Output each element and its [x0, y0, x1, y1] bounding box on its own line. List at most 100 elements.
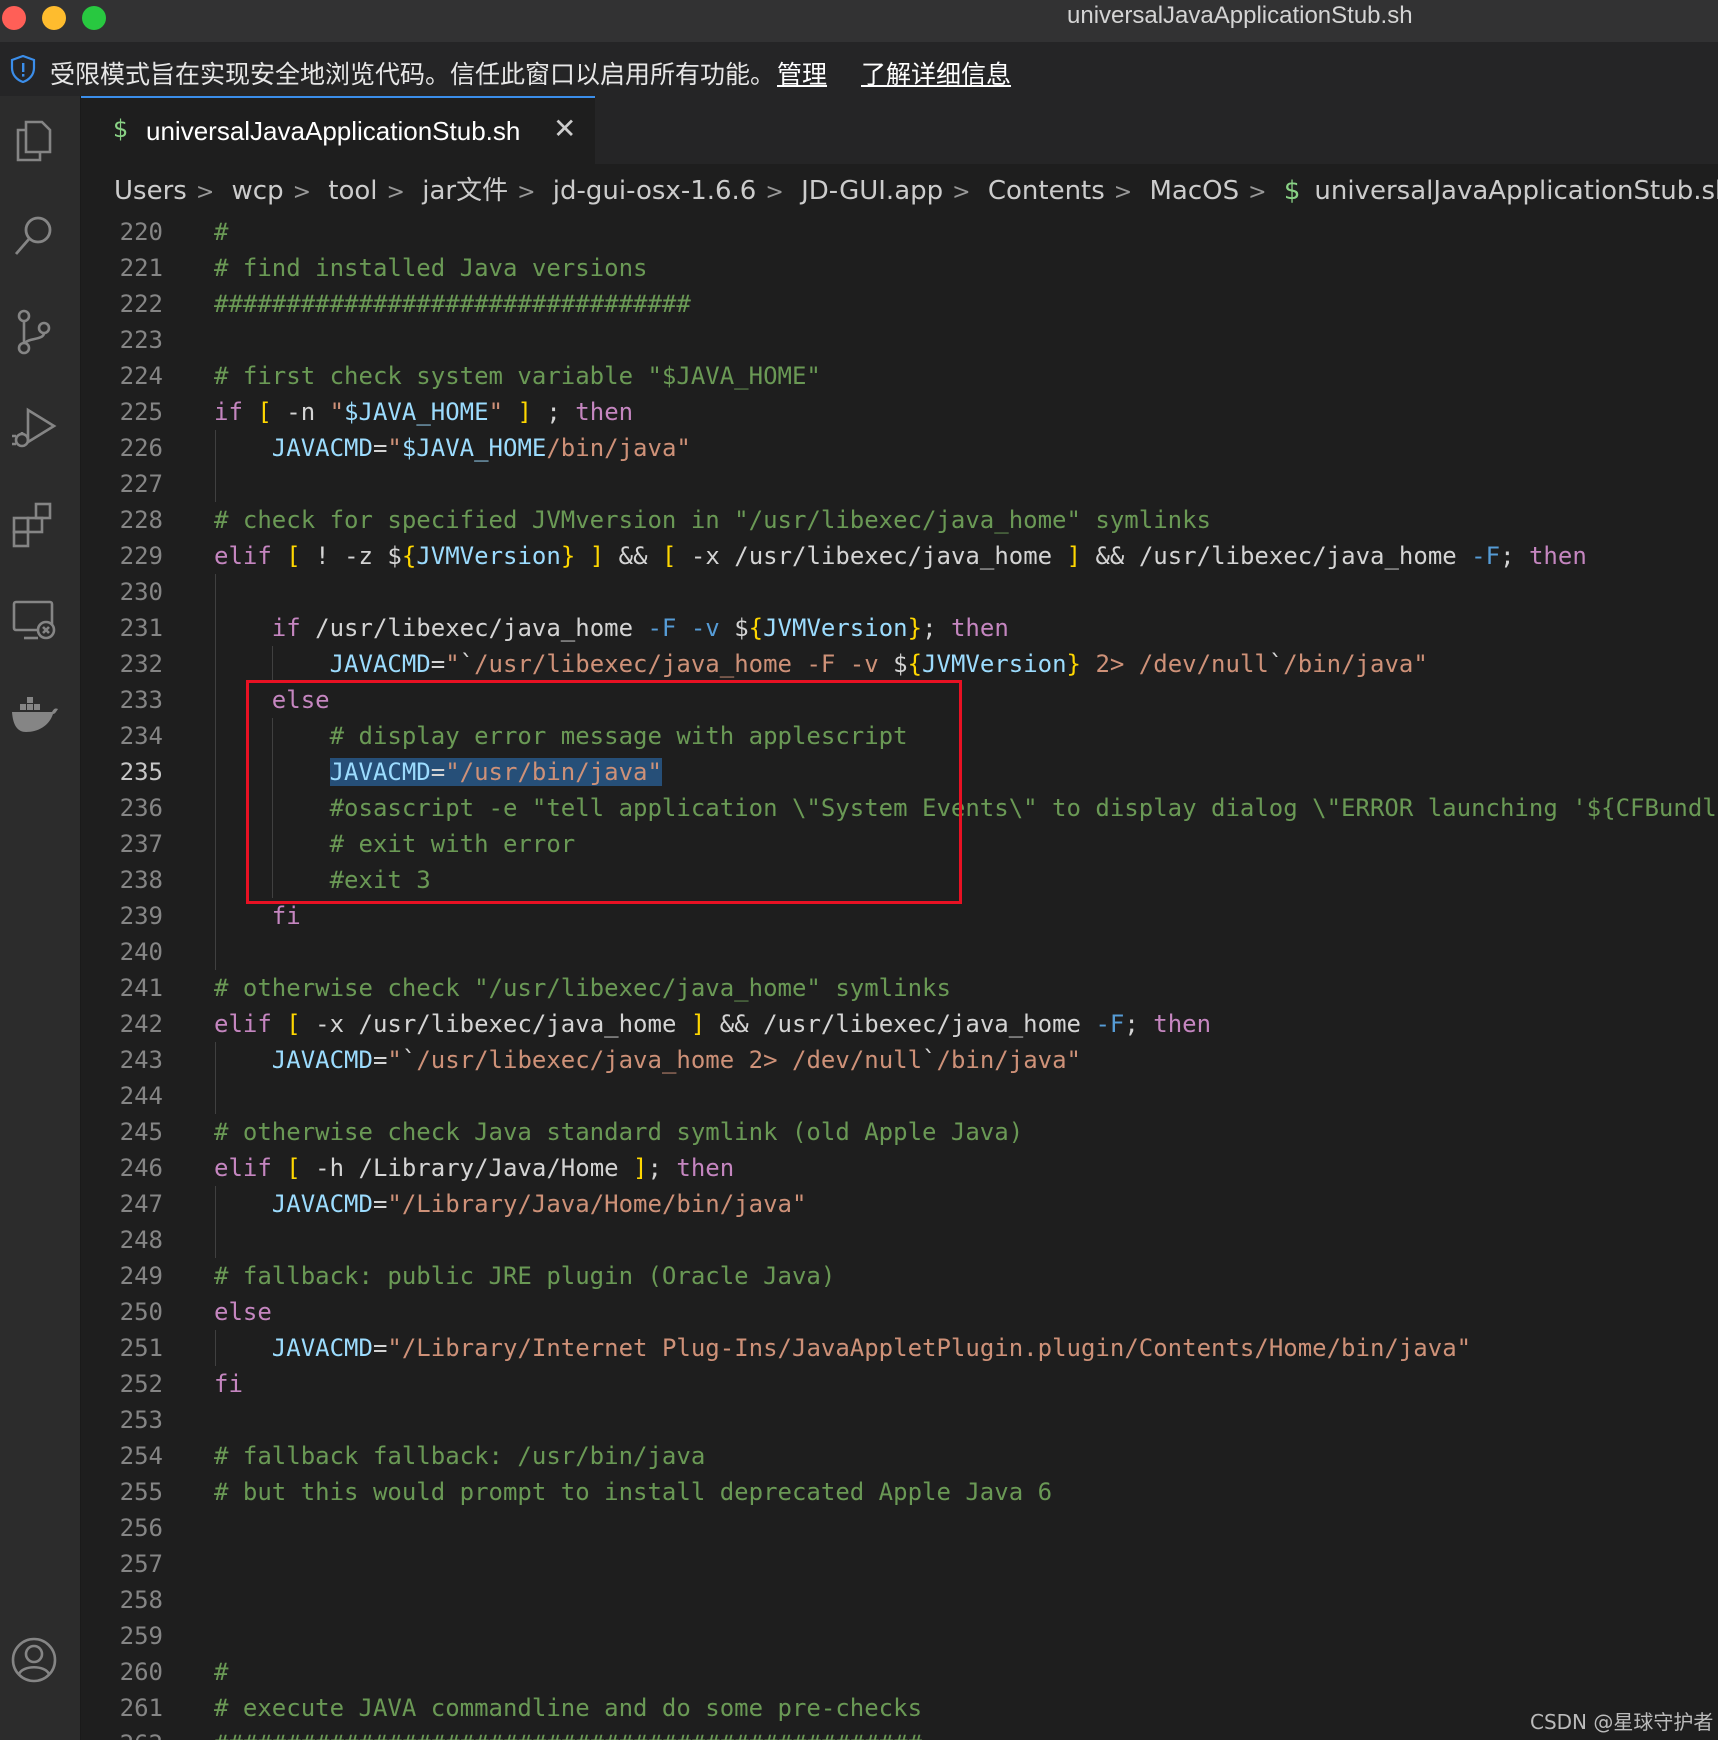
close-icon[interactable]: ✕ — [553, 112, 576, 145]
code-text: # fallback: public JRE plugin (Oracle Ja… — [214, 1262, 836, 1290]
explorer-icon[interactable] — [8, 114, 60, 166]
line-number: 240 — [119, 938, 163, 966]
close-window-button[interactable] — [2, 6, 26, 30]
code-text: JAVACMD="`/usr/libexec/java_home -F -v $… — [329, 650, 1428, 678]
breadcrumb-item[interactable]: Contents — [988, 176, 1105, 206]
code-text: # — [214, 218, 229, 246]
chevron-right-icon: > — [517, 180, 536, 205]
line-number: 223 — [119, 326, 163, 354]
manage-link[interactable]: 管理 — [777, 55, 827, 91]
breadcrumb-item[interactable]: JD-GUI.app — [801, 176, 943, 206]
chevron-right-icon: > — [952, 180, 971, 205]
code-text: elif [ ! -z ${JVMVersion} ] && [ -x /usr… — [214, 542, 1587, 570]
line-number: 235 — [119, 758, 163, 786]
breadcrumb-file[interactable]: universalJavaApplicationStub.sh — [1314, 176, 1718, 206]
line-number: 244 — [119, 1082, 163, 1110]
line-number: 258 — [119, 1586, 163, 1614]
code-text: # find installed Java versions — [214, 254, 648, 282]
code-text: else — [214, 1298, 272, 1326]
line-number: 260 — [119, 1658, 163, 1686]
chevron-right-icon: > — [386, 180, 405, 205]
code-text: JAVACMD="/Library/Internet Plug-Ins/Java… — [271, 1334, 1472, 1362]
line-number: 242 — [119, 1010, 163, 1038]
line-number: 222 — [119, 290, 163, 318]
tab-universalJavaApplicationStub[interactable]: $ universalJavaApplicationStub.sh ✕ — [81, 96, 595, 164]
code-text: JAVACMD="/Library/Java/Home/bin/java" — [271, 1190, 807, 1218]
line-number: 230 — [119, 578, 163, 606]
code-text: # check for specified JVMversion in "/us… — [214, 506, 1211, 534]
breadcrumb: Users > wcp > tool > jar文件 > jd-gui-osx-1.6.… — [114, 170, 1718, 206]
breadcrumb-item[interactable]: jar文件 — [422, 170, 508, 207]
code-text: # execute JAVA commandline and do some p… — [214, 1694, 923, 1722]
minimize-window-button[interactable] — [42, 6, 66, 30]
breadcrumb-item[interactable]: MacOS — [1150, 176, 1240, 206]
docker-icon[interactable] — [8, 690, 60, 742]
code-text: elif [ -h /Library/Java/Home ]; then — [214, 1154, 735, 1182]
indent-guide — [271, 646, 273, 682]
line-number: 252 — [119, 1370, 163, 1398]
code-text: # — [214, 1658, 229, 1686]
line-number: 261 — [119, 1694, 163, 1722]
learn-more-link[interactable]: 了解详细信息 — [861, 55, 1011, 91]
line-number: 232 — [119, 650, 163, 678]
chevron-right-icon: > — [1113, 180, 1133, 205]
breadcrumb-item[interactable]: Users — [114, 176, 187, 206]
line-number: 248 — [119, 1226, 163, 1254]
line-number: 229 — [119, 542, 163, 570]
line-number: 238 — [119, 866, 163, 894]
code-editor[interactable]: 220 #221 # find installed Java versions 222… — [81, 214, 1718, 1740]
line-number: 227 — [119, 470, 163, 498]
line-number: 255 — [119, 1478, 163, 1506]
window-title: universalJavaApplicationStub.sh — [1067, 2, 1413, 29]
code-text: JAVACMD="`/usr/libexec/java_home 2> /dev… — [271, 1046, 1081, 1074]
search-icon[interactable] — [8, 210, 60, 262]
chevron-right-icon: > — [1248, 180, 1267, 205]
banner-message: 受限模式旨在实现安全地浏览代码。信任此窗口以启用所有功能。 — [50, 60, 776, 89]
maximize-window-button[interactable] — [82, 6, 106, 30]
shield-icon — [10, 54, 36, 84]
code-text: JAVACMD="$JAVA_HOME/bin/java" — [271, 434, 691, 462]
indent-guide — [214, 430, 216, 502]
breadcrumb-item[interactable]: jd-gui-osx-1.6.6 — [553, 176, 757, 206]
code-text: if /usr/libexec/java_home -F -v ${JVMVer… — [271, 614, 1009, 642]
indent-guide — [214, 1330, 216, 1366]
remote-explorer-icon[interactable] — [8, 594, 60, 646]
line-number: 254 — [119, 1442, 163, 1470]
chevron-right-icon: > — [292, 180, 312, 205]
watermark: CSDN @星球守护者 — [1530, 1710, 1714, 1734]
line-number: 249 — [119, 1262, 163, 1290]
code-text: # otherwise check "/usr/libexec/java_hom… — [214, 974, 951, 1002]
title-bar: universalJavaApplicationStub.sh — [0, 0, 1718, 42]
line-number: 256 — [119, 1514, 163, 1542]
source-control-icon[interactable] — [8, 306, 60, 358]
extensions-icon[interactable] — [8, 498, 60, 550]
breadcrumb-item[interactable]: tool — [328, 176, 377, 206]
indent-guide — [214, 574, 216, 970]
indent-guide — [214, 1186, 216, 1258]
code-text: ########################################… — [214, 1726, 922, 1740]
activity-bar — [0, 96, 81, 1740]
line-number: 221 — [119, 254, 163, 282]
highlight-annotation-box — [246, 680, 962, 904]
line-number: 231 — [119, 614, 163, 642]
breadcrumb-item[interactable]: wcp — [232, 176, 284, 206]
restricted-mode-banner: 受限模式旨在实现安全地浏览代码。信任此窗口以启用所有功能。 管理 了解详细信息 — [0, 42, 1718, 96]
run-debug-icon[interactable] — [8, 402, 60, 454]
line-number: 234 — [119, 722, 163, 750]
line-number: 228 — [119, 506, 163, 534]
line-number: 262 — [81, 1726, 163, 1740]
line-number: 225 — [119, 398, 163, 426]
code-text: if [ -n "$JAVA_HOME" ] ; then — [214, 398, 634, 426]
line-number: 236 — [119, 794, 163, 822]
chevron-right-icon: > — [765, 180, 784, 205]
line-number: 233 — [119, 686, 163, 714]
shell-file-icon: $ — [1283, 176, 1301, 206]
code-text: # first check system variable "$JAVA_HOM… — [214, 362, 821, 390]
code-text: # fallback fallback: /usr/bin/java — [214, 1442, 706, 1470]
indent-guide — [214, 1042, 216, 1114]
code-text: fi — [214, 1370, 243, 1398]
line-number: 257 — [119, 1550, 163, 1578]
code-text: # but this would prompt to install depre… — [214, 1478, 1053, 1506]
account-icon[interactable] — [8, 1634, 60, 1686]
line-number: 220 — [119, 218, 163, 246]
